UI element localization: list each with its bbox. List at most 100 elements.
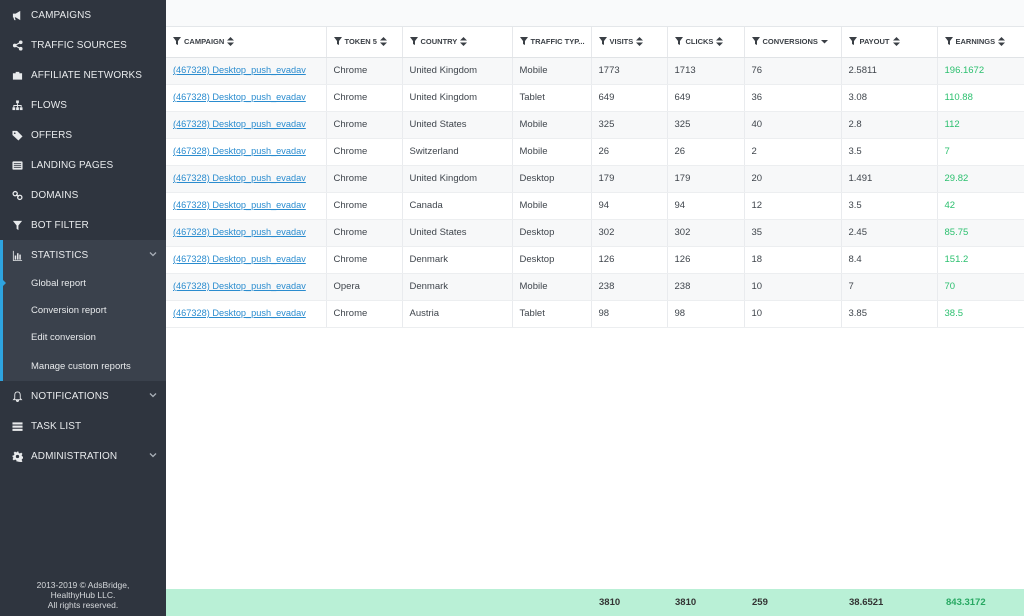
statistics-submenu: Global report Conversion report Edit con… — [0, 270, 166, 381]
filter-icon[interactable] — [674, 37, 683, 46]
sidebar-item-label: TRAFFIC SOURCES — [31, 39, 127, 51]
sidebar-item-administration[interactable]: ADMINISTRATION — [0, 441, 166, 471]
column-header-campaign[interactable]: CAMPAIGN — [166, 27, 327, 58]
sort-icon[interactable] — [379, 37, 387, 47]
campaign-link[interactable]: (467328) Desktop_push_evadav — [173, 119, 306, 129]
table-cell: Tablet — [512, 300, 592, 328]
campaign-link[interactable]: (467328) Desktop_push_evadav — [173, 227, 306, 237]
submenu-global-report[interactable]: Global report — [0, 270, 166, 297]
sidebar-item-flows[interactable]: FLOWS — [0, 90, 166, 120]
copyright-footer: 2013-2019 © AdsBridge, HealthyHub LLC. A… — [36, 580, 130, 610]
table-cell: Denmark — [402, 246, 513, 274]
sidebar-item-bot-filter[interactable]: BOT FILTER — [0, 210, 166, 240]
tasks-icon — [10, 420, 24, 432]
campaign-link[interactable]: (467328) Desktop_push_evadav — [173, 200, 306, 210]
sidebar-item-affiliate-networks[interactable]: AFFILIATE NETWORKS — [0, 60, 166, 90]
table-cell: Mobile — [512, 192, 592, 220]
table-row: (467328) Desktop_push_evadav Chrome Cana… — [166, 192, 1024, 220]
sidebar-item-offers[interactable]: OFFERS — [0, 120, 166, 150]
column-header-country[interactable]: COUNTRY — [402, 27, 513, 58]
submenu-conversion-report[interactable]: Conversion report — [3, 297, 166, 324]
table-cell: Opera — [326, 273, 403, 301]
campaign-link[interactable]: (467328) Desktop_push_evadav — [173, 65, 306, 75]
list-icon — [10, 159, 24, 171]
table-cell: 10 — [744, 273, 842, 301]
filter-icon[interactable] — [173, 37, 181, 46]
campaign-link[interactable]: (467328) Desktop_push_evadav — [173, 173, 306, 183]
filter-icon[interactable] — [519, 37, 528, 46]
filter-icon[interactable] — [333, 37, 342, 46]
filter-icon[interactable] — [598, 37, 607, 46]
table-row: (467328) Desktop_push_evadav Chrome Denm… — [166, 246, 1024, 274]
sidebar-item-campaigns[interactable]: CAMPAIGNS — [0, 0, 166, 30]
sort-icon[interactable] — [460, 37, 468, 47]
table-row: (467328) Desktop_push_evadav Chrome Unit… — [166, 57, 1024, 85]
sort-icon[interactable] — [892, 37, 900, 47]
table-cell: Mobile — [512, 138, 592, 166]
column-header-clicks[interactable]: CLICKS — [667, 27, 745, 58]
sidebar-item-domains[interactable]: DOMAINS — [0, 180, 166, 210]
column-header-token-5[interactable]: TOKEN 5 — [326, 27, 403, 58]
link-icon — [10, 189, 24, 201]
filter-icon[interactable] — [751, 37, 760, 46]
table-cell: 302 — [667, 219, 745, 247]
earnings-cell: 42 — [937, 192, 1024, 220]
sidebar-item-landing-pages[interactable]: LANDING PAGES — [0, 150, 166, 180]
chevron-up-icon — [149, 250, 157, 258]
sidebar-item-statistics[interactable]: STATISTICS — [0, 240, 166, 270]
submenu-manage-custom-reports[interactable]: Manage custom reports — [3, 351, 166, 381]
sidebar-item-traffic-sources[interactable]: TRAFFIC SOURCES — [0, 30, 166, 60]
table-cell: 179 — [591, 165, 668, 193]
campaign-link[interactable]: (467328) Desktop_push_evadav — [173, 281, 306, 291]
earnings-cell: 112 — [937, 111, 1024, 139]
table-cell: 325 — [591, 111, 668, 139]
earnings-cell: 38.5 — [937, 300, 1024, 328]
table-cell: 126 — [667, 246, 745, 274]
campaign-link[interactable]: (467328) Desktop_push_evadav — [173, 308, 306, 318]
sort-desc-icon[interactable] — [820, 37, 828, 46]
sort-icon[interactable] — [636, 37, 644, 47]
total-visits: 3810 — [599, 597, 621, 608]
gear-icon — [10, 450, 24, 462]
table-cell: Chrome — [326, 138, 403, 166]
filter-icon[interactable] — [944, 37, 953, 46]
filter-icon[interactable] — [848, 37, 857, 46]
table-cell: Austria — [402, 300, 513, 328]
sort-icon[interactable] — [998, 37, 1006, 47]
campaign-link[interactable]: (467328) Desktop_push_evadav — [173, 92, 306, 102]
table-body: (467328) Desktop_push_evadav Chrome Unit… — [166, 57, 1024, 328]
table-cell: 8.4 — [841, 246, 938, 274]
sidebar-item-notifications[interactable]: NOTIFICATIONS — [0, 381, 166, 411]
table-header-row: CAMPAIGN TOKEN 5 COUNTRY TRAFFIC TYP... … — [166, 27, 1024, 58]
campaign-link[interactable]: (467328) Desktop_push_evadav — [173, 146, 306, 156]
chevron-down-icon — [149, 451, 157, 459]
campaign-link[interactable]: (467328) Desktop_push_evadav — [173, 254, 306, 264]
sidebar-item-label: TASK LIST — [31, 420, 82, 432]
table-row: (467328) Desktop_push_evadav Chrome Swit… — [166, 138, 1024, 166]
column-header-conversions[interactable]: CONVERSIONS — [744, 27, 842, 58]
sort-icon[interactable] — [716, 37, 724, 47]
filter-icon[interactable] — [409, 37, 418, 46]
table-cell: 3.08 — [841, 84, 938, 112]
sidebar-item-label: NOTIFICATIONS — [31, 390, 109, 402]
table-row: (467328) Desktop_push_evadav Chrome Unit… — [166, 111, 1024, 139]
sidebar-nav: CAMPAIGNS TRAFFIC SOURCES AFFILIATE NETW… — [0, 0, 166, 471]
table-cell: United Kingdom — [402, 57, 513, 85]
sidebar-item-label: OFFERS — [31, 129, 73, 141]
sidebar-item-task-list[interactable]: TASK LIST — [0, 411, 166, 441]
sort-icon[interactable] — [227, 37, 235, 47]
table-cell: Tablet — [512, 84, 592, 112]
table-cell: United States — [402, 219, 513, 247]
table-cell: Chrome — [326, 246, 403, 274]
sitemap-icon — [10, 99, 24, 111]
total-earnings: 843.3172 — [946, 597, 986, 608]
column-header-traffic-type[interactable]: TRAFFIC TYP... — [512, 27, 592, 58]
table-cell: Chrome — [326, 84, 403, 112]
table-row: (467328) Desktop_push_evadav Chrome Aust… — [166, 300, 1024, 328]
table-cell: Mobile — [512, 273, 592, 301]
table-cell: 2.8 — [841, 111, 938, 139]
submenu-edit-conversion[interactable]: Edit conversion — [3, 324, 166, 351]
column-header-payout[interactable]: PAYOUT — [841, 27, 938, 58]
column-header-visits[interactable]: VISITS — [591, 27, 668, 58]
column-header-earnings[interactable]: EARNINGS — [937, 27, 1024, 58]
